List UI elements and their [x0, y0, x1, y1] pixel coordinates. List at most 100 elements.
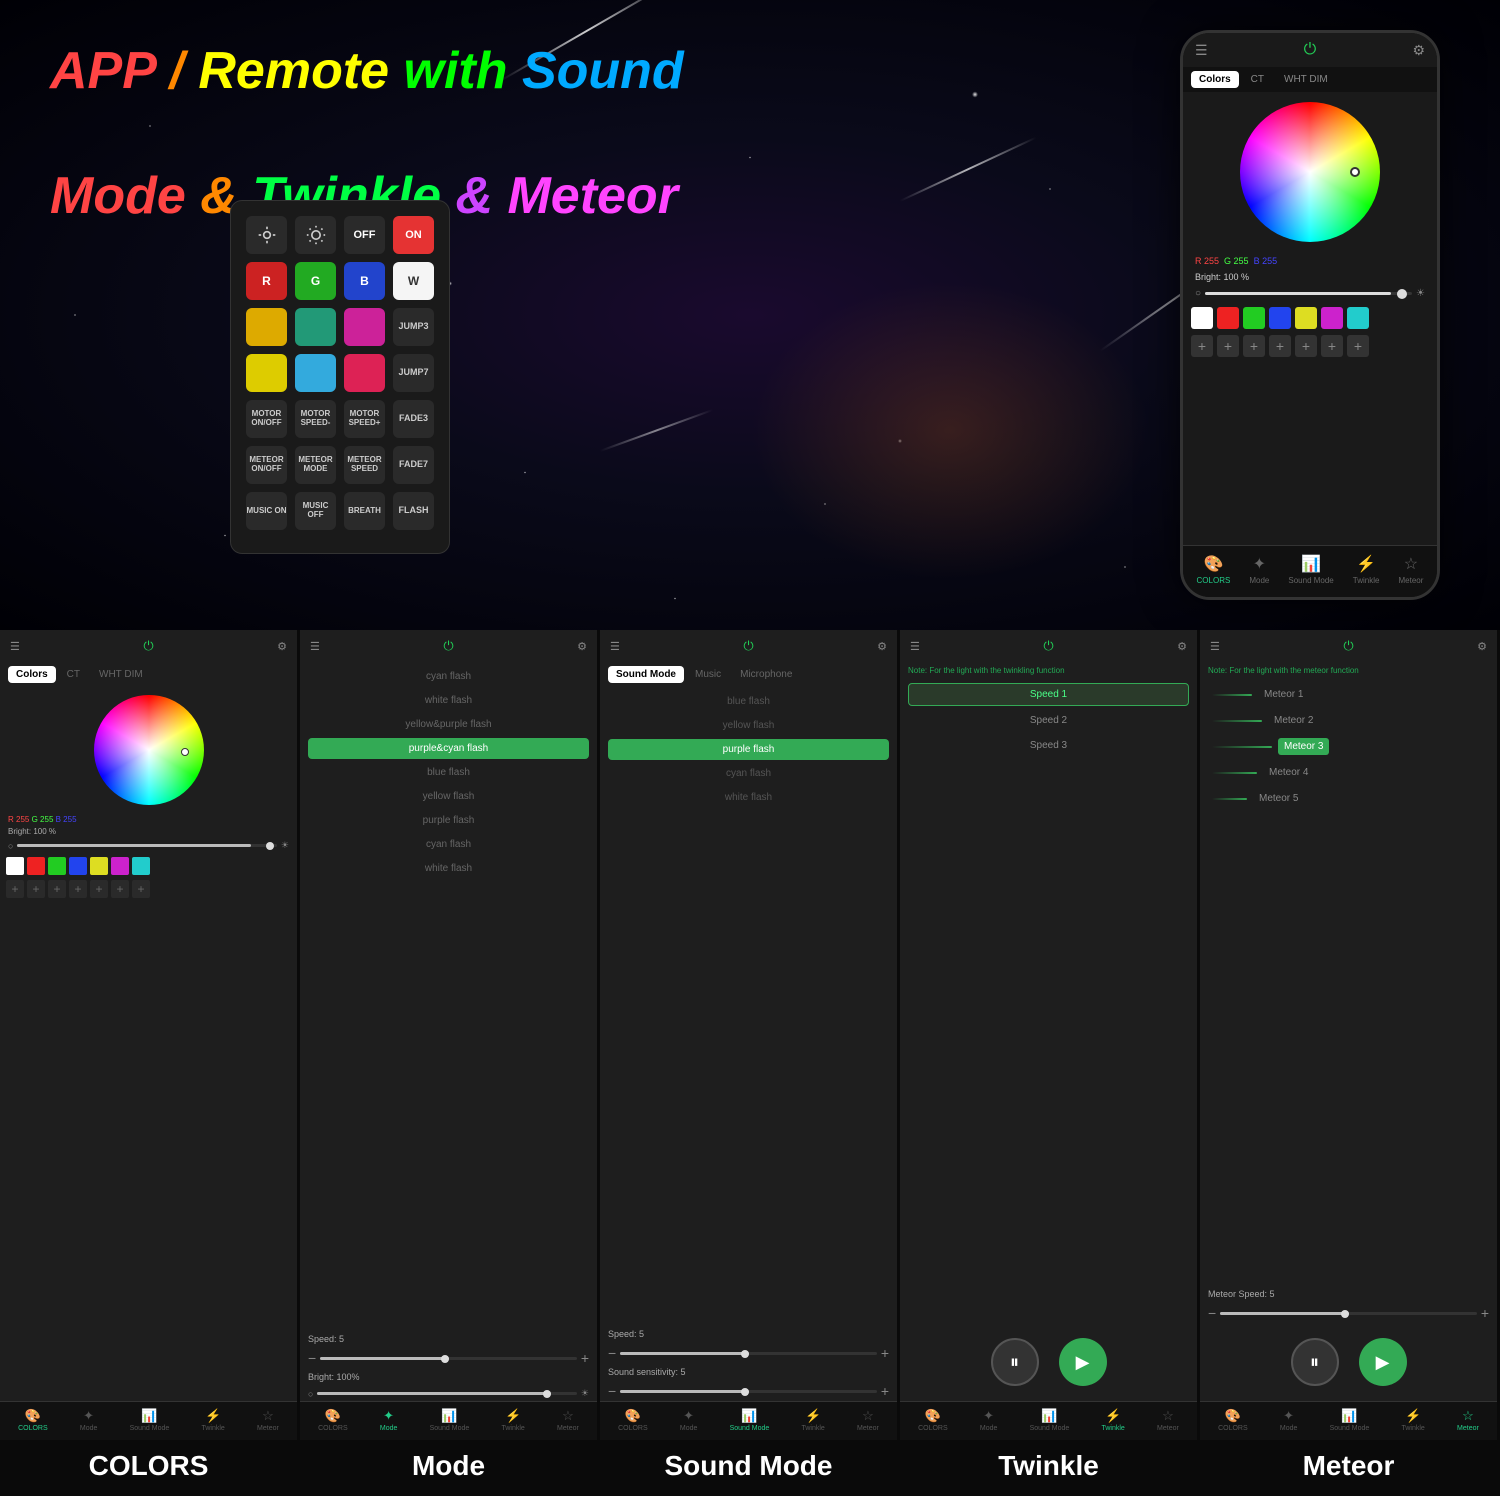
- mini-preset-cyan[interactable]: [132, 857, 150, 875]
- add-color-5[interactable]: +: [1295, 335, 1317, 357]
- remote-btn-motor-plus[interactable]: MOTOR SPEED+: [344, 400, 385, 438]
- remote-btn-music-off[interactable]: MUSIC OFF: [295, 492, 336, 530]
- sound-pf-twinkle[interactable]: ⚡ Twinkle: [801, 1408, 824, 1432]
- add-color-1[interactable]: +: [1191, 335, 1213, 357]
- mode-settings-icon[interactable]: ⚙: [577, 640, 587, 653]
- mode-pf-sound[interactable]: 📊 Sound Mode: [430, 1408, 470, 1432]
- sound-item-white-flash[interactable]: white flash: [608, 787, 889, 808]
- mode-pf-twinkle[interactable]: ⚡ Twinkle: [501, 1408, 524, 1432]
- meteor-speed-plus[interactable]: +: [1481, 1305, 1489, 1321]
- mode-item-white-flash2[interactable]: white flash: [308, 858, 589, 879]
- twinkle-pf-meteor[interactable]: ☆ Meteor: [1157, 1408, 1179, 1432]
- mode-item-purple-flash[interactable]: purple flash: [308, 810, 589, 831]
- pf-colors[interactable]: 🎨 COLORS: [18, 1408, 48, 1432]
- meteor-play-btn[interactable]: ▶: [1359, 1338, 1407, 1386]
- remote-color-5[interactable]: [295, 354, 336, 392]
- remote-btn-r[interactable]: R: [246, 262, 287, 300]
- twinkle-power-icon[interactable]: ⏻: [1043, 638, 1053, 654]
- remote-color-2[interactable]: [295, 308, 336, 346]
- mode-menu-icon[interactable]: ☰: [310, 640, 320, 653]
- meteor-speed-minus[interactable]: −: [1208, 1305, 1216, 1321]
- mini-preset-blue[interactable]: [69, 857, 87, 875]
- colors-tab-ct[interactable]: CT: [59, 666, 88, 683]
- colors-menu-icon[interactable]: ☰: [10, 640, 20, 653]
- phone-footer-sound[interactable]: 📊 Sound Mode: [1288, 554, 1333, 585]
- mini-slider-colors[interactable]: ○ ☀: [0, 837, 297, 854]
- remote-btn-jump3[interactable]: JUMP3: [393, 308, 434, 346]
- meteor-menu-icon[interactable]: ☰: [1210, 640, 1220, 653]
- mini-add-5[interactable]: +: [90, 880, 108, 898]
- remote-btn-off[interactable]: OFF: [344, 216, 385, 254]
- remote-btn-breath[interactable]: BREATH: [344, 492, 385, 530]
- sound-speed-slider[interactable]: − +: [600, 1343, 897, 1363]
- mini-add-2[interactable]: +: [27, 880, 45, 898]
- remote-btn-music-on[interactable]: MUSIC ON: [246, 492, 287, 530]
- pf-meteor[interactable]: ☆ Meteor: [257, 1408, 279, 1432]
- preset-red[interactable]: [1217, 307, 1239, 329]
- phone-tab-ct[interactable]: CT: [1243, 71, 1272, 88]
- sound-item-cyan-flash[interactable]: cyan flash: [608, 763, 889, 784]
- twinkle-pf-twinkle[interactable]: ⚡ Twinkle: [1101, 1408, 1124, 1432]
- mode-item-yellow-flash[interactable]: yellow flash: [308, 786, 589, 807]
- sound-speed-plus[interactable]: +: [881, 1345, 889, 1361]
- pf-twinkle[interactable]: ⚡ Twinkle: [201, 1408, 224, 1432]
- remote-btn-dim2[interactable]: [295, 216, 336, 254]
- twinkle-pf-colors[interactable]: 🎨 COLORS: [918, 1408, 948, 1432]
- sound-sens-minus[interactable]: −: [608, 1383, 616, 1399]
- phone-tab-colors[interactable]: Colors: [1191, 71, 1239, 88]
- mini-add-6[interactable]: +: [111, 880, 129, 898]
- mode-bright-slider[interactable]: ○ ☀: [300, 1386, 597, 1401]
- speed-minus-icon[interactable]: −: [308, 1350, 316, 1366]
- sound-tab-music[interactable]: Music: [687, 666, 729, 683]
- sound-menu-icon[interactable]: ☰: [610, 640, 620, 653]
- phone-tab-wht[interactable]: WHT DIM: [1276, 71, 1336, 88]
- twinkle-settings-icon[interactable]: ⚙: [1177, 640, 1187, 653]
- twinkle-menu-icon[interactable]: ☰: [910, 640, 920, 653]
- meteor-pause-btn[interactable]: ⏸: [1291, 1338, 1339, 1386]
- mode-item-yp-flash[interactable]: yellow&purple flash: [308, 714, 589, 735]
- preset-yellow[interactable]: [1295, 307, 1317, 329]
- twinkle-pause-btn[interactable]: ⏸: [991, 1338, 1039, 1386]
- preset-white[interactable]: [1191, 307, 1213, 329]
- remote-btn-b[interactable]: B: [344, 262, 385, 300]
- sound-pf-sound[interactable]: 📊 Sound Mode: [730, 1408, 770, 1432]
- preset-purple[interactable]: [1321, 307, 1343, 329]
- remote-btn-w[interactable]: W: [393, 262, 434, 300]
- mode-item-pc-flash[interactable]: purple&cyan flash: [308, 738, 589, 759]
- sound-sens-plus[interactable]: +: [881, 1383, 889, 1399]
- remote-btn-meteor-speed[interactable]: METEOR SPEED: [344, 446, 385, 484]
- remote-btn-jump7[interactable]: JUMP7: [393, 354, 434, 392]
- mode-speed-slider[interactable]: − +: [300, 1348, 597, 1368]
- remote-btn-on[interactable]: ON: [393, 216, 434, 254]
- mode-item-white-flash[interactable]: white flash: [308, 690, 589, 711]
- mode-power-icon[interactable]: ⏻: [443, 638, 453, 654]
- mode-item-blue-flash[interactable]: blue flash: [308, 762, 589, 783]
- twinkle-speed-1[interactable]: Speed 1: [908, 683, 1189, 706]
- colors-settings-icon[interactable]: ⚙: [277, 640, 287, 653]
- mini-add-3[interactable]: +: [48, 880, 66, 898]
- remote-btn-fade7[interactable]: FADE7: [393, 446, 434, 484]
- sound-pf-colors[interactable]: 🎨 COLORS: [618, 1408, 648, 1432]
- mode-pf-mode[interactable]: ✦ Mode: [380, 1408, 398, 1432]
- sound-tab-soundmode[interactable]: Sound Mode: [608, 666, 684, 683]
- sound-pf-mode[interactable]: ✦ Mode: [680, 1408, 698, 1432]
- twinkle-play-btn[interactable]: ▶: [1059, 1338, 1107, 1386]
- meteor-pf-colors[interactable]: 🎨 COLORS: [1218, 1408, 1248, 1432]
- colors-power-icon[interactable]: ⏻: [143, 638, 153, 654]
- mini-add-4[interactable]: +: [69, 880, 87, 898]
- phone-power-icon[interactable]: ⏻: [1304, 41, 1317, 59]
- remote-btn-meteor-onoff[interactable]: METEOR ON/OFF: [246, 446, 287, 484]
- meteor-item-2[interactable]: Meteor 2: [1268, 712, 1319, 729]
- phone-footer-colors[interactable]: 🎨 COLORS: [1197, 554, 1231, 585]
- mini-preset-white[interactable]: [6, 857, 24, 875]
- preset-cyan[interactable]: [1347, 307, 1369, 329]
- phone-settings-icon[interactable]: ⚙: [1412, 42, 1425, 59]
- sound-settings-icon[interactable]: ⚙: [877, 640, 887, 653]
- remote-color-1[interactable]: [246, 308, 287, 346]
- mini-preset-purple[interactable]: [111, 857, 129, 875]
- add-color-3[interactable]: +: [1243, 335, 1265, 357]
- remote-color-6[interactable]: [344, 354, 385, 392]
- remote-btn-g[interactable]: G: [295, 262, 336, 300]
- meteor-pf-meteor[interactable]: ☆ Meteor: [1457, 1408, 1479, 1432]
- meteor-item-5[interactable]: Meteor 5: [1253, 790, 1304, 807]
